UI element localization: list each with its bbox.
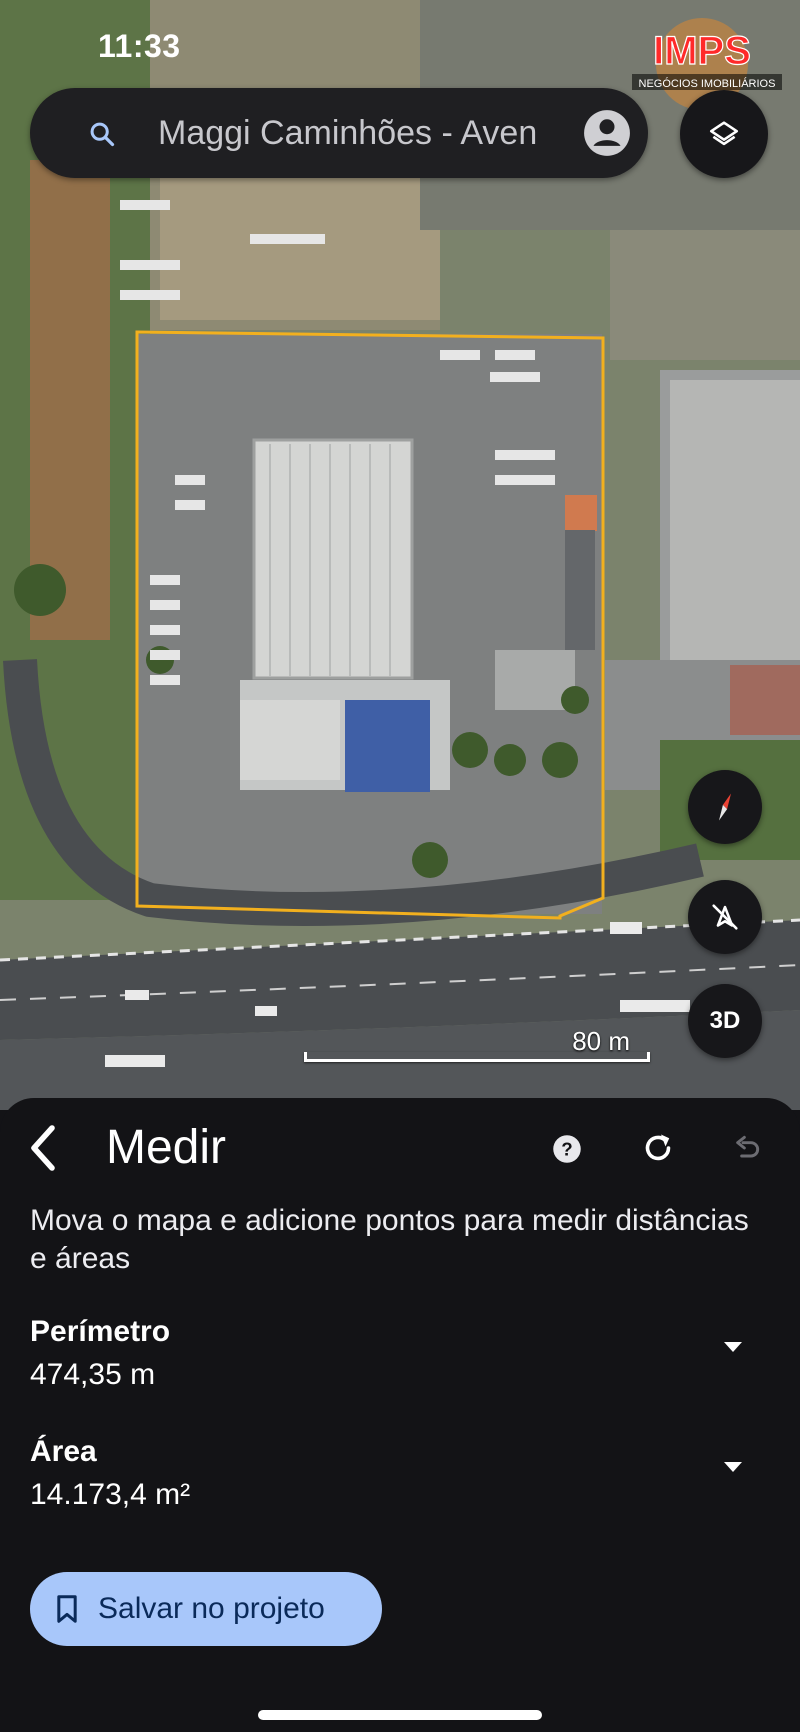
home-indicator[interactable] (258, 1710, 542, 1720)
measure-instructions: Mova o mapa e adicione pontos para medir… (30, 1204, 749, 1275)
undo-icon[interactable] (730, 1132, 764, 1164)
panel-title: Medir (106, 1121, 227, 1174)
search-bar[interactable]: Maggi Caminhões - Aven (30, 88, 648, 178)
scale-bar (304, 1052, 650, 1062)
area-value: 14.173,4 m² (30, 1478, 191, 1511)
perimeter-label: Perímetro (30, 1315, 171, 1348)
search-query[interactable]: Maggi Caminhões - Aven (158, 110, 592, 156)
svg-text:?: ? (561, 1139, 572, 1160)
svg-text:IMPS: IMPS (653, 29, 751, 73)
layers-button[interactable] (680, 90, 768, 178)
back-arrow-icon[interactable] (24, 1120, 64, 1176)
measure-panel: Medir ? Mova o mapa e adicione pontos pa… (0, 1098, 800, 1732)
account-avatar-icon[interactable] (582, 108, 632, 158)
status-time: 11:33 (98, 28, 181, 64)
layers-icon (709, 121, 739, 146)
perimeter-row[interactable]: Perímetro 474,35 m (30, 1312, 770, 1396)
perimeter-dropdown-icon[interactable] (724, 1342, 742, 1352)
svg-text:NEGÓCIOS IMOBILIÁRIOS: NEGÓCIOS IMOBILIÁRIOS (639, 77, 776, 90)
refresh-icon[interactable] (640, 1130, 676, 1166)
search-icon (90, 122, 115, 147)
area-dropdown-icon[interactable] (724, 1462, 742, 1472)
help-icon[interactable]: ? (552, 1134, 582, 1164)
area-row[interactable]: Área 14.173,4 m² (30, 1432, 770, 1516)
map-scale: 80 m (304, 1026, 650, 1064)
bookmark-icon (57, 1595, 77, 1623)
3d-toggle-button[interactable]: 3D (688, 984, 762, 1058)
save-to-project-label: Salvar no projeto (98, 1592, 325, 1625)
perimeter-value: 474,35 m (30, 1358, 156, 1391)
compass-icon (719, 793, 731, 821)
save-to-project-button[interactable]: Salvar no projeto (30, 1572, 382, 1646)
area-label: Área (30, 1435, 97, 1468)
3d-label: 3D (709, 1007, 741, 1034)
tilt-toggle-button[interactable] (688, 880, 762, 954)
satellite-map[interactable]: 11:33 IMPS NEGÓCIOS IMOBILIÁRIOS Maggi C… (0, 0, 800, 1110)
compass-button[interactable] (688, 770, 762, 844)
navigation-off-icon (712, 904, 738, 930)
